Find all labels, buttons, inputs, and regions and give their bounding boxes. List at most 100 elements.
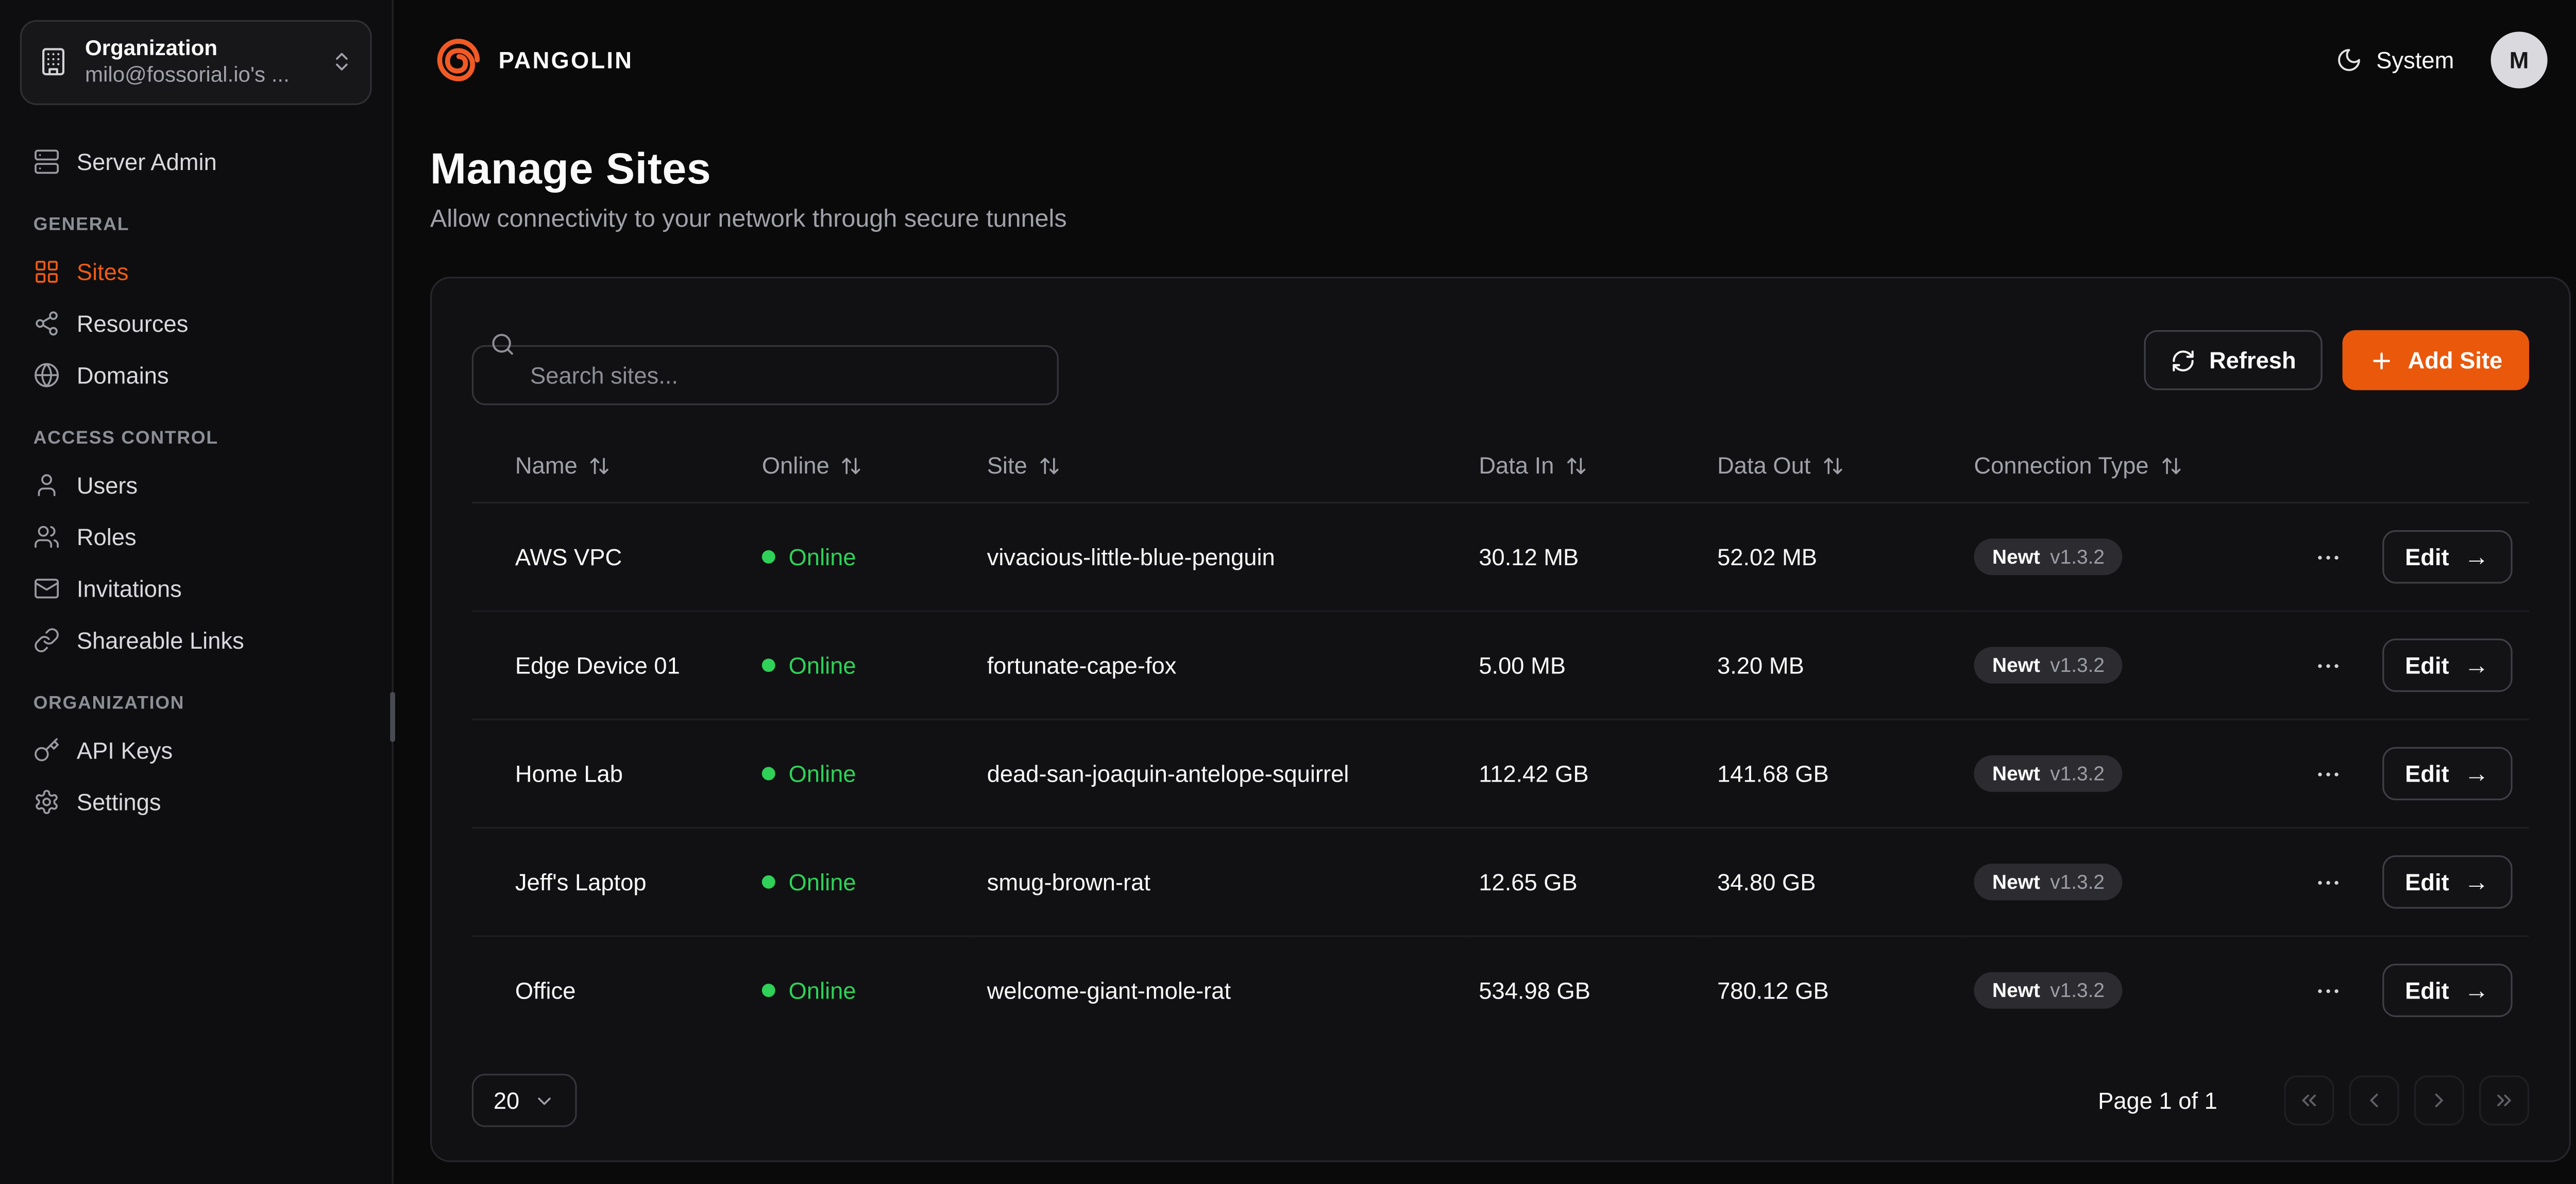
connection-badge: Newtv1.3.2	[1974, 647, 2123, 684]
last-page-button[interactable]	[2479, 1075, 2529, 1125]
previous-page-button[interactable]	[2349, 1075, 2399, 1125]
theme-toggle[interactable]: System	[2336, 47, 2454, 74]
sidebar-item-label: Invitations	[77, 574, 182, 601]
chevrons-left-icon	[2297, 1089, 2320, 1112]
ellipsis-icon	[2313, 651, 2342, 680]
table-row: Jeff's Laptop Online smug-brown-rat 12.6…	[472, 828, 2529, 936]
data-out-cell: 52.02 MB	[1704, 503, 1960, 611]
gear-icon	[33, 788, 60, 815]
brand-link[interactable]: PANGOLIN	[433, 35, 633, 85]
row-menu-button[interactable]	[2310, 648, 2345, 683]
refresh-icon	[2171, 348, 2196, 373]
section-label-access-control: ACCESS CONTROL	[0, 401, 392, 458]
add-site-button[interactable]: Add Site	[2343, 330, 2529, 390]
data-in-cell: 5.00 MB	[1465, 611, 1704, 719]
row-actions-cell: Edit→	[2258, 828, 2529, 936]
sidebar-item-invitations[interactable]: Invitations	[13, 563, 379, 613]
page-subtitle: Allow connectivity to your network throu…	[430, 205, 2571, 233]
sidebar-item-users[interactable]: Users	[13, 460, 379, 510]
column-header-data-out[interactable]: Data Out	[1704, 429, 1960, 503]
sidebar-item-label: Resources	[77, 309, 189, 336]
chevron-down-icon	[533, 1090, 554, 1111]
site-name-cell: Home Lab	[472, 719, 749, 827]
sidebar-item-roles[interactable]: Roles	[13, 511, 379, 561]
avatar[interactable]: M	[2491, 31, 2548, 88]
edit-button[interactable]: Edit→	[2382, 963, 2513, 1017]
sidebar-item-settings[interactable]: Settings	[13, 776, 379, 826]
connection-type-cell: Newtv1.3.2	[1961, 719, 2258, 827]
column-header-connection-type[interactable]: Connection Type	[1961, 429, 2258, 503]
site-online-cell: Online	[749, 503, 974, 611]
layout-grid-icon	[33, 258, 60, 284]
ellipsis-icon	[2313, 543, 2342, 571]
pangolin-logo-icon	[433, 35, 483, 85]
next-page-button[interactable]	[2414, 1075, 2464, 1125]
sidebar-item-label: API Keys	[77, 736, 173, 763]
connection-type-cell: Newtv1.3.2	[1961, 611, 2258, 719]
users-icon	[33, 522, 60, 549]
edit-button[interactable]: Edit→	[2382, 855, 2513, 909]
connection-badge: Newtv1.3.2	[1974, 538, 2123, 575]
site-id-cell: smug-brown-rat	[974, 828, 1466, 936]
row-menu-button[interactable]	[2310, 539, 2345, 574]
edit-button[interactable]: Edit→	[2382, 638, 2513, 692]
plus-icon	[2369, 348, 2395, 373]
chevron-left-icon	[2362, 1089, 2385, 1112]
sidebar-resize-handle[interactable]	[390, 692, 395, 742]
edit-button[interactable]: Edit→	[2382, 747, 2513, 801]
app-window: Organization milo@fossorial.io's ... Ser…	[0, 0, 2576, 1184]
column-header-name[interactable]: Name	[472, 429, 749, 503]
share-nodes-icon	[33, 309, 60, 336]
sidebar-item-api-keys[interactable]: API Keys	[13, 724, 379, 774]
sidebar-item-sites[interactable]: Sites	[13, 246, 379, 296]
page-indicator: Page 1 of 1	[2098, 1087, 2217, 1114]
topbar-right: System M	[2336, 31, 2548, 88]
chevron-right-icon	[2428, 1089, 2451, 1112]
data-in-cell: 30.12 MB	[1465, 503, 1704, 611]
row-menu-button[interactable]	[2310, 973, 2345, 1008]
first-page-button[interactable]	[2284, 1075, 2334, 1125]
search-input[interactable]	[472, 345, 1059, 405]
refresh-label: Refresh	[2209, 347, 2296, 374]
site-online-cell: Online	[749, 828, 974, 936]
row-menu-button[interactable]	[2310, 865, 2345, 900]
section-label-organization: ORGANIZATION	[0, 666, 392, 723]
row-actions-cell: Edit→	[2258, 611, 2529, 719]
column-header-site[interactable]: Site	[974, 429, 1466, 503]
sites-card: Refresh Add Site Name	[430, 277, 2571, 1162]
sidebar-item-resources[interactable]: Resources	[13, 298, 379, 348]
sidebar-nav: Server Admin GENERAL Sites Resources Do	[0, 124, 392, 826]
sidebar-item-label: Roles	[77, 522, 137, 549]
sidebar-item-domains[interactable]: Domains	[13, 349, 379, 399]
site-id-cell: fortunate-cape-fox	[974, 611, 1466, 719]
topbar: PANGOLIN System M	[394, 0, 2576, 120]
site-id-cell: vivacious-little-blue-penguin	[974, 503, 1466, 611]
org-selector[interactable]: Organization milo@fossorial.io's ...	[20, 20, 372, 104]
sidebar-item-shareable-links[interactable]: Shareable Links	[13, 614, 379, 664]
main-content: PANGOLIN System M Manage Sites Allow con…	[394, 0, 2576, 1184]
sidebar-item-server-admin[interactable]: Server Admin	[13, 136, 379, 186]
edit-button[interactable]: Edit→	[2382, 530, 2513, 584]
row-menu-button[interactable]	[2310, 756, 2345, 791]
arrow-right-icon: →	[2464, 978, 2489, 1003]
page-size-value: 20	[494, 1087, 519, 1114]
column-header-online[interactable]: Online	[749, 429, 974, 503]
org-text: Organization milo@fossorial.io's ...	[85, 35, 313, 89]
refresh-button[interactable]: Refresh	[2144, 330, 2323, 390]
sidebar: Organization milo@fossorial.io's ... Ser…	[0, 0, 394, 1184]
key-icon	[33, 736, 60, 763]
org-label: Organization	[85, 35, 313, 62]
card-toolbar: Refresh Add Site	[472, 315, 2529, 405]
data-out-cell: 141.68 GB	[1704, 719, 1960, 827]
page-size-select[interactable]: 20	[472, 1074, 577, 1127]
globe-icon	[33, 361, 60, 388]
org-value: milo@fossorial.io's ...	[85, 62, 313, 90]
moon-icon	[2336, 47, 2363, 74]
sidebar-item-label: Sites	[77, 258, 129, 284]
pager: Page 1 of 1	[2098, 1075, 2529, 1125]
sort-icon	[841, 454, 862, 476]
site-online-cell: Online	[749, 936, 974, 1044]
column-header-data-in[interactable]: Data In	[1465, 429, 1704, 503]
site-online-cell: Online	[749, 719, 974, 827]
online-dot-icon	[762, 658, 775, 672]
